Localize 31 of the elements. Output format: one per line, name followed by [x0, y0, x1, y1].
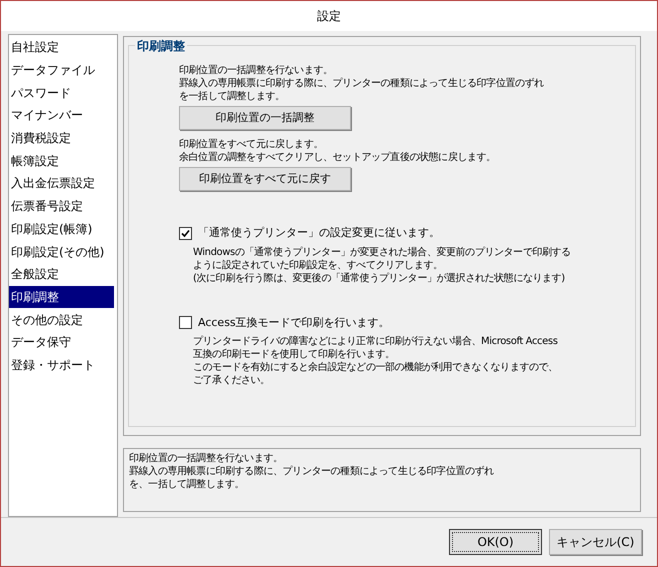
sidebar-item[interactable]: データファイル [9, 58, 114, 82]
sidebar-item[interactable]: 印刷設定(その他) [9, 240, 114, 263]
checkbox-label: Access互換モードで印刷を行います。 [198, 314, 390, 330]
sidebar-item[interactable]: 全般設定 [9, 262, 114, 286]
sidebar-item[interactable]: 自社設定 [9, 36, 114, 59]
action-button[interactable]: 印刷位置をすべて元に戻す [179, 167, 351, 191]
sidebar-item[interactable]: 消費税設定 [9, 126, 114, 150]
sidebar-item[interactable]: その他の設定 [9, 308, 114, 331]
checkbox[interactable] [179, 226, 192, 240]
check-icon [181, 228, 190, 238]
sidebar-item[interactable]: パスワード [9, 81, 114, 104]
sidebar-item[interactable]: 帳簿設定 [9, 149, 114, 172]
sidebar-item[interactable]: データ保守 [9, 330, 114, 354]
description-text: 印刷位置の一括調整を行ないます。 罫線入の専用帳票に印刷する際に、プリンターの種類によって生じる印字位置のずれ を、一括して調整します。 [129, 452, 495, 491]
window-title: 設定 [317, 8, 341, 25]
option-description: Windowsの「通常使うプリンター」が変更された場合、変更前のプリンターで印刷する ように設定されていた印刷設定を、すべてクリアします。 (次に印刷を行う際は、変更後の「通常使うプリンター」が選択された状態になります) [193, 246, 572, 284]
sidebar-item[interactable]: 登録・サポート [9, 354, 114, 376]
ok-button[interactable]: OK(O) [449, 528, 542, 554]
checkbox-label: 「通常使うプリンター」の設定変更に従います。 [198, 225, 440, 241]
sidebar-item[interactable]: 印刷調整 [9, 286, 114, 308]
section-description: 印刷位置の一括調整を行ないます。 罫線入の専用帳票に印刷する際に、プリンターの種類によって生じる印字位置のずれ を一括して調整します。 [179, 64, 545, 103]
sidebar-item[interactable]: 印刷設定(帳簿) [9, 218, 114, 240]
sidebar-item[interactable]: 伝票番号設定 [9, 194, 114, 218]
action-button[interactable]: 印刷位置の一括調整 [179, 106, 351, 130]
sidebar-item[interactable]: マイナンバー [9, 104, 114, 127]
checkbox[interactable] [179, 316, 192, 330]
sidebar-item[interactable]: 入出金伝票設定 [9, 172, 114, 195]
group-title: 印刷調整 [135, 37, 187, 55]
option-description: プリンタードライバの障害などにより正常に印刷が行えない場合、Microsoft Access 互換の印刷モードを使用して印刷を行います。 このモードを有効にすると余白設定などの一部の機能が利用できなくなりますので、 ご了承ください。 [193, 335, 559, 387]
cancel-button[interactable]: キャンセル(C) [549, 528, 642, 554]
section-description: 印刷位置をすべて元に戻します。 余白位置の調整をすべてクリアし、セットアップ直後の状態に戻します。 [179, 138, 497, 164]
